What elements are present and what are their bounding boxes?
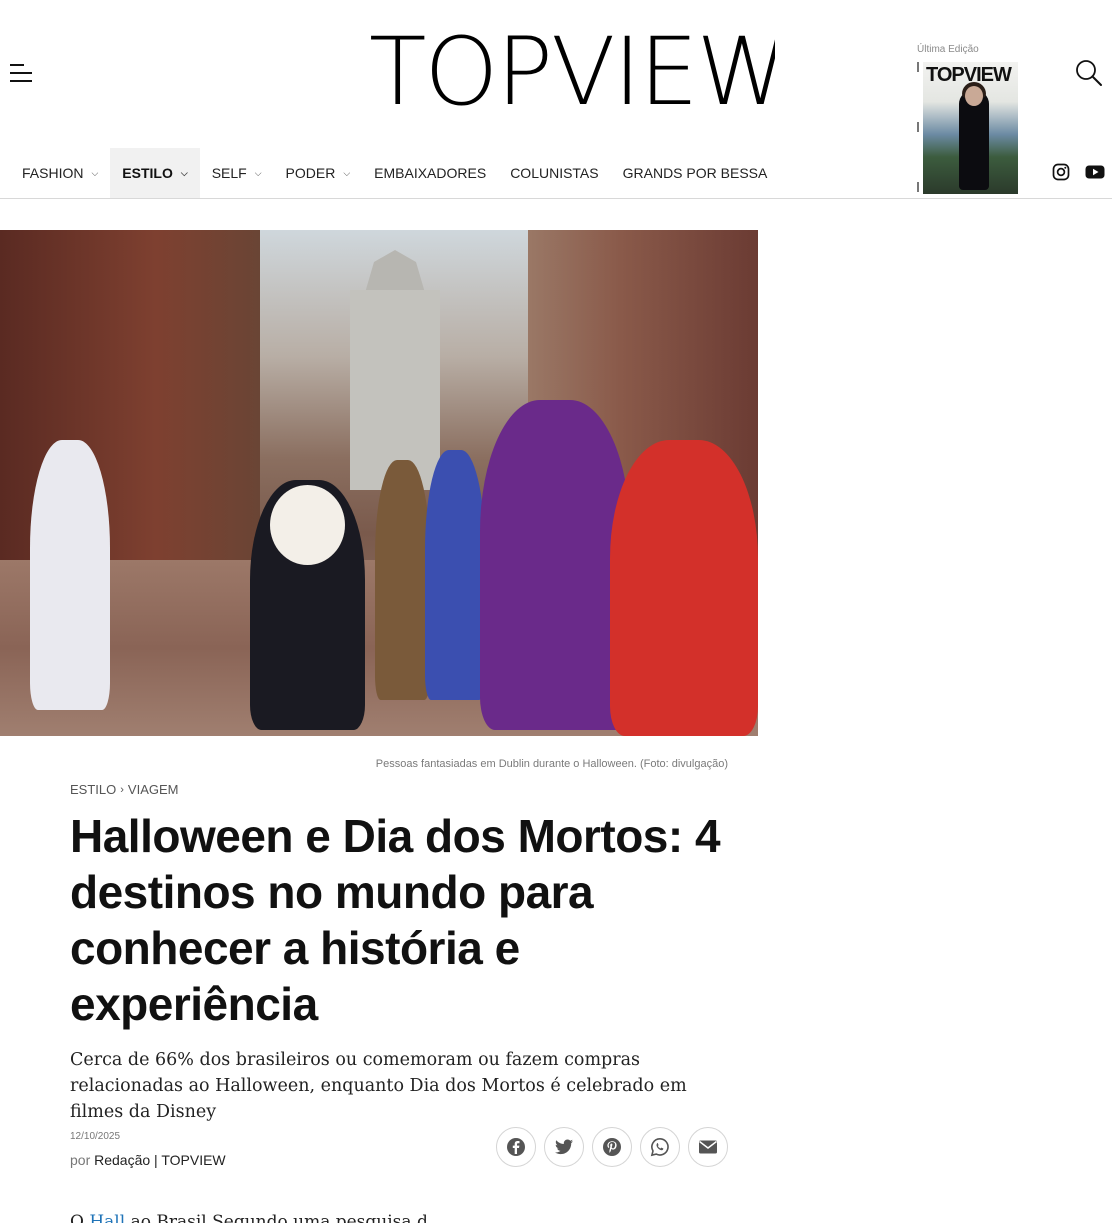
nav-item-label: EMBAIXADORES xyxy=(374,165,487,181)
author-link[interactable]: Redação | TOPVIEW xyxy=(94,1152,226,1168)
facebook-icon[interactable] xyxy=(496,1127,536,1167)
main-navigation: FASHION ⌵ ESTILO ⌵ SELF ⌵ PODER ⌵ EMBAIX… xyxy=(10,148,779,198)
email-icon[interactable] xyxy=(688,1127,728,1167)
nav-item-label: SELF xyxy=(211,165,247,181)
edition-divider xyxy=(917,62,919,72)
image-caption: Pessoas fantasiadas em Dublin durante o … xyxy=(375,758,728,770)
search-icon[interactable] xyxy=(1074,58,1104,88)
article-title: Halloween e Dia dos Mortos: 4 destinos n… xyxy=(70,810,721,1030)
nav-item-colunistas[interactable]: COLUNISTAS xyxy=(498,148,610,198)
body-link-halloween[interactable]: Hall xyxy=(89,1212,125,1223)
body-text: ao Brasil Segundo uma pesquisa d xyxy=(130,1212,428,1223)
nav-item-poder[interactable]: PODER ⌵ xyxy=(274,148,363,198)
chevron-down-icon: ⌵ xyxy=(343,167,351,178)
breadcrumb: ESTILO › VIAGEM xyxy=(70,782,179,797)
breadcrumb-separator: › xyxy=(120,783,124,796)
nav-item-embaixadores[interactable]: EMBAIXADORES xyxy=(362,148,498,198)
whatsapp-icon[interactable] xyxy=(640,1127,680,1167)
nav-item-label: FASHION xyxy=(22,165,84,181)
nav-item-label: GRANDS POR BESSA xyxy=(622,165,768,181)
nav-item-label: COLUNISTAS xyxy=(510,165,599,181)
article-body-first-line: O Hall ao Brasil Segundo uma pesquisa d xyxy=(70,1212,428,1223)
chevron-down-icon: ⌵ xyxy=(180,167,188,178)
youtube-icon[interactable] xyxy=(1085,163,1105,181)
edition-divider xyxy=(917,182,919,192)
body-text: O xyxy=(70,1212,84,1223)
nav-item-self[interactable]: SELF ⌵ xyxy=(200,148,274,198)
nav-item-label: ESTILO xyxy=(122,165,173,181)
article-hero-image xyxy=(0,230,758,736)
chevron-down-icon: ⌵ xyxy=(91,167,99,178)
article-subtitle: Cerca de 66% dos brasileiros ou comemora… xyxy=(70,1050,687,1122)
latest-edition-label: Última Edição xyxy=(917,44,979,55)
publish-date: 12/10/2025 xyxy=(70,1131,121,1142)
edition-divider xyxy=(917,122,919,132)
menu-icon[interactable] xyxy=(10,62,34,84)
pinterest-icon[interactable] xyxy=(592,1127,632,1167)
breadcrumb-subcategory[interactable]: VIAGEM xyxy=(128,782,179,797)
nav-item-grands-por-bessa[interactable]: GRANDS POR BESSA xyxy=(611,148,780,198)
breadcrumb-category[interactable]: ESTILO xyxy=(70,782,116,797)
latest-edition-cover[interactable]: TOPVIEW xyxy=(923,62,1018,194)
byline: por Redação | TOPVIEW xyxy=(70,1152,226,1168)
twitter-icon[interactable] xyxy=(544,1127,584,1167)
byline-prefix: por xyxy=(70,1152,91,1168)
nav-item-fashion[interactable]: FASHION ⌵ xyxy=(10,148,110,198)
nav-item-estilo[interactable]: ESTILO ⌵ xyxy=(110,148,200,198)
chevron-down-icon: ⌵ xyxy=(254,167,262,178)
site-logo[interactable]: TOPVIEW xyxy=(369,24,775,122)
nav-item-label: PODER xyxy=(285,165,336,181)
site-header: TOPVIEW Última Edição TOPVIEW FASHION ⌵ … xyxy=(0,0,1112,199)
instagram-icon[interactable] xyxy=(1052,163,1070,181)
